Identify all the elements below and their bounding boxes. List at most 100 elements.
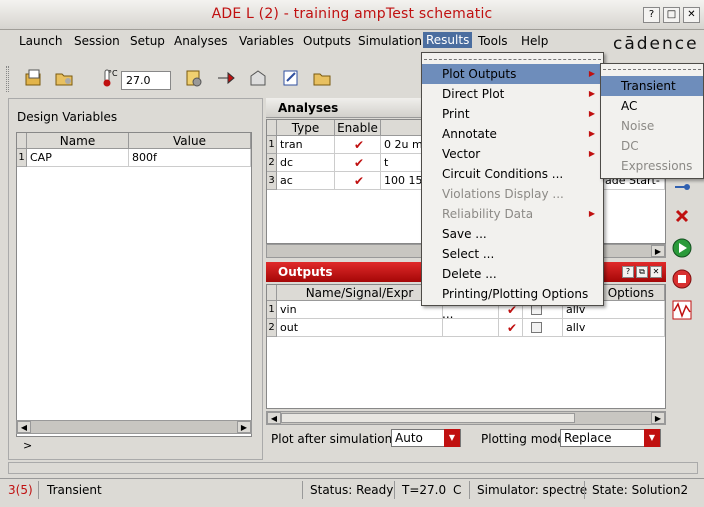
edit-icon[interactable]	[281, 68, 301, 88]
menu-setup[interactable]: Setup	[130, 34, 165, 48]
submenu-item-transient[interactable]: Transient	[601, 76, 703, 96]
menu-bar: Launch Session Setup Analyses Variables …	[0, 30, 704, 54]
save-checkbox-cell[interactable]	[523, 319, 563, 337]
open-folder-icon[interactable]	[54, 68, 74, 88]
status-state: State: Solution2	[592, 483, 689, 497]
status-bar: 3(5) Transient Status: Ready T=27.0 C Si…	[0, 478, 704, 500]
design-variables-table: Name Value 1 CAP 800f	[16, 132, 252, 437]
status-counter: 3(5)	[8, 483, 33, 497]
load-state-icon[interactable]	[24, 68, 44, 88]
menu-item-save[interactable]: Save ...	[422, 224, 603, 244]
close-button[interactable]: ✕	[683, 7, 700, 23]
column-header-value[interactable]: Value	[129, 133, 251, 149]
design-variables-title: Design Variables	[17, 110, 118, 124]
menu-analyses[interactable]: Analyses	[174, 34, 228, 48]
column-header-enable[interactable]: Enable	[335, 120, 381, 136]
submenu-arrow-icon: ▶	[588, 129, 595, 138]
status-temperature: T=27.0	[402, 483, 447, 497]
menu-item-circuit-conditions[interactable]: Circuit Conditions ...	[422, 164, 603, 184]
menu-outputs[interactable]: Outputs	[303, 34, 351, 48]
analysis-type-cell[interactable]: ac	[277, 172, 335, 190]
menu-item-vector[interactable]: Vector ▶	[422, 144, 603, 164]
column-header-signal[interactable]: Name/Signal/Expr	[277, 285, 443, 301]
outputs-float-button[interactable]: ⧉	[636, 266, 648, 278]
status-mode: Transient	[47, 483, 102, 497]
column-header-name[interactable]: Name	[27, 133, 129, 149]
menu-simulation[interactable]: Simulation	[358, 34, 422, 48]
submenu-arrow-icon: ▶	[588, 109, 595, 118]
folder-icon[interactable]	[312, 68, 332, 88]
tearoff-line[interactable]	[603, 69, 701, 70]
plot-after-label: Plot after simulation:	[271, 432, 397, 446]
analysis-type-cell[interactable]: dc	[277, 154, 335, 172]
status-ready: Status: Ready	[310, 483, 394, 497]
tearoff-line[interactable]	[424, 59, 601, 60]
column-header-type[interactable]: Type	[277, 120, 335, 136]
plot-after-select[interactable]: Auto ▼	[391, 429, 461, 447]
signal-name-cell[interactable]: out	[277, 319, 443, 337]
menu-item-annotate[interactable]: Annotate ▶	[422, 124, 603, 144]
analysis-type-cell[interactable]: tran	[277, 136, 335, 154]
menu-help[interactable]: Help	[521, 34, 548, 48]
temperature-input[interactable]: 27.0	[121, 71, 171, 90]
window-title: ADE L (2) - training ampTest schematic	[211, 6, 493, 22]
menu-item-select[interactable]: Select ...	[422, 244, 603, 264]
plotting-mode-select[interactable]: Replace ▼	[560, 429, 661, 447]
menu-tools[interactable]: Tools	[478, 34, 508, 48]
delete-icon[interactable]	[671, 205, 693, 227]
menu-variables[interactable]: Variables	[239, 34, 294, 48]
row-number: 2	[267, 154, 277, 172]
row-number: 3	[267, 172, 277, 190]
design-variables-panel: Design Variables Name Value 1 CAP 800f ◀…	[8, 98, 263, 460]
plotting-mode-value: Replace	[564, 431, 612, 445]
plot-checkmark[interactable]: ✔	[499, 319, 523, 337]
submenu-item-noise: Noise	[621, 119, 655, 133]
variable-name-cell[interactable]: CAP	[27, 149, 129, 167]
help-button[interactable]: ?	[643, 7, 660, 23]
menu-session[interactable]: Session	[74, 34, 120, 48]
submenu-item-ac[interactable]: AC	[601, 96, 703, 116]
scroll-right-button[interactable]: ▶	[651, 245, 665, 257]
run-simulation-icon[interactable]	[671, 237, 693, 259]
enable-checkmark[interactable]: ✔	[335, 154, 381, 172]
menu-item-print[interactable]: Print ▶	[422, 104, 603, 124]
menu-item-plot-outputs[interactable]: Plot Outputs ▶	[422, 64, 603, 84]
horizontal-scrollbar[interactable]: ◀ ▶	[16, 420, 252, 434]
scroll-right-button[interactable]: ▶	[651, 412, 665, 424]
menu-item-delete[interactable]: Delete ...	[422, 264, 603, 284]
title-bar: ADE L (2) - training ampTest schematic ?…	[0, 0, 704, 30]
signal-name-cell[interactable]: vin	[277, 301, 443, 319]
scroll-right-button[interactable]: ▶	[237, 421, 251, 433]
menu-launch[interactable]: Launch	[19, 34, 62, 48]
enable-checkmark[interactable]: ✔	[335, 172, 381, 190]
scroll-left-button[interactable]: ◀	[17, 421, 31, 433]
plot-after-value: Auto	[395, 431, 423, 445]
results-menu: Plot Outputs ▶ Direct Plot ▶ Print ▶ Annota…	[421, 52, 604, 321]
submenu-item-expressions: Expressions	[621, 159, 693, 173]
submenu-arrow-icon: ▶	[588, 209, 595, 218]
maximize-button[interactable]: □	[663, 7, 680, 23]
setup-analyses-icon[interactable]	[671, 176, 693, 198]
save-checkbox[interactable]	[531, 322, 542, 333]
outputs-close-button[interactable]: ✕	[650, 266, 662, 278]
enable-checkmark[interactable]: ✔	[335, 136, 381, 154]
outputs-help-button[interactable]: ?	[622, 266, 634, 278]
plot-outputs-submenu: Transient AC Noise DC Expressions	[600, 63, 704, 179]
status-temperature-unit: C	[453, 483, 462, 497]
variable-value-cell[interactable]: 800f	[129, 149, 251, 167]
submenu-item-dc: DC	[621, 139, 639, 153]
outputs-scrollbar[interactable]: ◀ ▶	[266, 411, 666, 425]
menu-item-printing-plotting-options[interactable]: Printing/Plotting Options ...	[422, 284, 603, 321]
scroll-thumb[interactable]	[281, 413, 575, 423]
select-on-schematic-icon[interactable]	[216, 68, 236, 88]
setup-icon[interactable]	[184, 68, 204, 88]
menu-item-direct-plot[interactable]: Direct Plot ▶	[422, 84, 603, 104]
signal-options-cell[interactable]: allv	[563, 319, 665, 337]
netlist-icon[interactable]	[248, 68, 268, 88]
row-number: 1	[267, 301, 277, 319]
stop-simulation-icon[interactable]	[671, 268, 693, 290]
menu-item-violations-display: Violations Display ...	[442, 187, 564, 201]
plot-outputs-icon[interactable]	[671, 299, 693, 321]
menu-results[interactable]: Results	[423, 32, 473, 48]
scroll-left-button[interactable]: ◀	[267, 412, 281, 424]
